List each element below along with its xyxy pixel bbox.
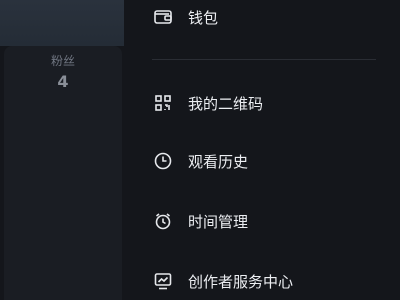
fans-count[interactable]: 4: [4, 72, 122, 91]
menu-item-creator-center[interactable]: 创作者服务中心: [152, 266, 293, 296]
screen: 粉丝 4 钱包 我的二维码 观看历史 时间管理 创作者服务中心: [0, 0, 400, 300]
menu-item-qr-code-label: 我的二维码: [188, 94, 264, 113]
profile-page: 粉丝 4: [0, 0, 124, 300]
menu-item-wallet-label: 钱包: [188, 8, 219, 27]
menu-item-time-management[interactable]: 时间管理: [152, 206, 248, 236]
menu-item-qr-code[interactable]: 我的二维码: [152, 88, 263, 118]
menu-item-watch-history[interactable]: 观看历史: [152, 146, 248, 176]
wallet-icon: [152, 6, 174, 28]
profile-header: [0, 0, 124, 46]
fans-label: 粉丝: [50, 54, 75, 68]
qr-code-icon: [152, 92, 174, 114]
menu-item-wallet[interactable]: 钱包: [152, 2, 218, 32]
clock-icon: [152, 150, 174, 172]
menu-item-watch-history-label: 观看历史: [188, 152, 249, 171]
menu-item-time-management-label: 时间管理: [188, 212, 249, 231]
creator-chart-icon: [152, 270, 174, 292]
menu-divider: [152, 59, 376, 60]
alarm-clock-icon: [152, 210, 174, 232]
menu-item-creator-center-label: 创作者服务中心: [188, 272, 294, 291]
